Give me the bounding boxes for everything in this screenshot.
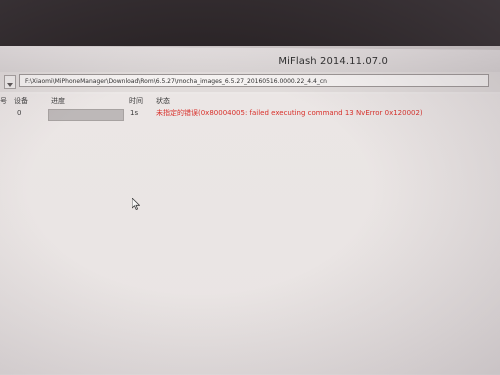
dropdown-button[interactable] [4,75,16,89]
title-bar: MiFlash 2014.11.07.0 [0,46,500,72]
window-title: MiFlash 2014.11.07.0 [278,56,388,67]
time-cell: 1s [130,109,139,117]
chevron-down-icon [7,83,13,87]
device-cell: 0 [17,109,22,117]
progress-bar [48,109,124,121]
rom-path-input[interactable]: F:\Xiaomi\MiPhoneManager\Download\Rom\6.… [19,74,489,87]
toolbar: F:\Xiaomi\MiPhoneManager\Download\Rom\6.… [0,72,500,92]
status-cell: 未指定的错误(0x80004005: failed executing comm… [156,109,423,117]
table-row[interactable]: 0 1s 未指定的错误(0x80004005: failed executing… [0,106,500,121]
mouse-pointer-icon [132,198,140,210]
miflash-window: MiFlash 2014.11.07.0 F:\Xiaomi\MiPhoneMa… [0,46,500,375]
monitor-bezel [0,0,500,46]
device-table: 号 设备 进度 时间 状态 0 1s 未指定的错误(0x80004005: fa… [0,94,500,374]
